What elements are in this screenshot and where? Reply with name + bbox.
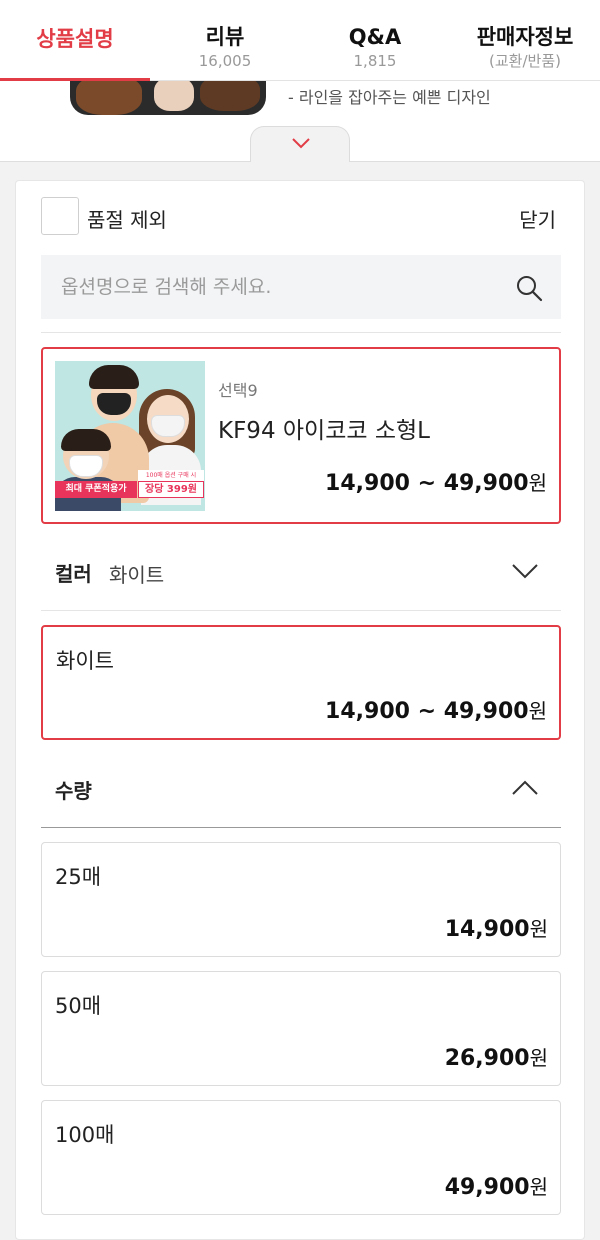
tab-product-description[interactable]: 상품설명	[0, 0, 150, 81]
option-price: 14,900원	[445, 913, 548, 942]
quantity-option-50[interactable]: 50매 26,900원	[41, 971, 561, 1086]
tab-count: 1,815	[353, 52, 397, 70]
exclude-soldout-label[interactable]: 품절 제외	[87, 204, 167, 233]
color-select[interactable]: 컬러 화이트	[41, 541, 561, 601]
option-price: 26,900원	[445, 1042, 548, 1071]
tab-label: 상품설명	[36, 27, 114, 51]
tab-count: (교환/반품)	[489, 52, 561, 70]
product-option-group: 선택9	[218, 381, 258, 400]
price-value: 14,900 ~ 49,900	[325, 699, 529, 724]
color-select-label: 컬러	[55, 562, 92, 586]
chevron-down-icon	[292, 138, 310, 149]
price-currency: 원	[529, 917, 548, 941]
price-value: 14,900 ~ 49,900	[325, 471, 529, 496]
tab-label: 판매자정보	[476, 25, 574, 49]
price-currency: 원	[529, 1175, 548, 1199]
thumbnail-badge-coupon: 최대 쿠폰적용가	[55, 481, 137, 498]
color-option-white[interactable]: 화이트 14,900 ~ 49,900원	[41, 625, 561, 740]
chevron-down-icon	[512, 564, 538, 579]
option-price: 14,900 ~ 49,900원	[325, 695, 547, 724]
exclude-soldout-checkbox[interactable]	[41, 197, 79, 235]
expand-description-button[interactable]	[250, 126, 350, 162]
product-name: KF94 아이코코 소형L	[218, 418, 430, 444]
divider	[41, 610, 561, 611]
option-price: 49,900원	[445, 1171, 548, 1200]
tab-reviews[interactable]: 리뷰 16,005	[150, 0, 300, 80]
selected-product-card[interactable]: 100매 옵션 구매 시 최대 쿠폰적용가 장당 399원 선택9 KF94 아…	[41, 347, 561, 524]
close-button[interactable]: 닫기	[519, 204, 556, 233]
option-search-input[interactable]	[41, 255, 501, 319]
tab-seller-info[interactable]: 판매자정보 (교환/반품)	[450, 0, 600, 80]
price-currency: 원	[529, 1046, 548, 1070]
divider	[41, 332, 561, 333]
tab-count: 16,005	[198, 52, 252, 70]
price-currency: 원	[528, 699, 547, 723]
description-image	[70, 81, 266, 115]
quantity-option-100[interactable]: 100매 49,900원	[41, 1100, 561, 1215]
chevron-up-icon	[512, 780, 538, 795]
description-caption: - 라인을 잡아주는 예쁜 디자인	[288, 88, 491, 107]
quantity-select-label: 수량	[55, 779, 92, 803]
search-icon[interactable]	[515, 274, 543, 302]
product-tab-bar: 상품설명 리뷰 16,005 Q&A 1,815 판매자정보 (교환/반품)	[0, 0, 600, 81]
option-name: 화이트	[56, 649, 114, 673]
product-thumbnail: 100매 옵션 구매 시 최대 쿠폰적용가 장당 399원	[55, 361, 205, 511]
option-name: 25매	[55, 865, 102, 889]
thumbnail-badge-unit-price: 장당 399원	[138, 481, 204, 498]
thumbnail-badge-top: 100매 옵션 구매 시	[138, 470, 204, 481]
price-value: 26,900	[444, 1046, 530, 1071]
price-value: 14,900	[444, 917, 530, 942]
color-select-value: 화이트	[109, 563, 165, 587]
price-value: 49,900	[444, 1175, 530, 1200]
tab-qna[interactable]: Q&A 1,815	[300, 0, 450, 80]
tab-label: Q&A	[348, 25, 402, 49]
option-search-box	[41, 255, 561, 319]
divider	[41, 827, 561, 828]
price-currency: 원	[528, 471, 547, 495]
option-name: 100매	[55, 1123, 115, 1147]
product-price: 14,900 ~ 49,900원	[325, 467, 547, 496]
option-name: 50매	[55, 994, 102, 1018]
option-selector-panel: 품절 제외 닫기 100매 옵션 구매 시 최대 쿠폰적용가 장당 399원 선…	[15, 180, 585, 1240]
quantity-select[interactable]: 수량	[41, 758, 561, 818]
quantity-option-25[interactable]: 25매 14,900원	[41, 842, 561, 957]
tab-label: 리뷰	[205, 25, 245, 49]
